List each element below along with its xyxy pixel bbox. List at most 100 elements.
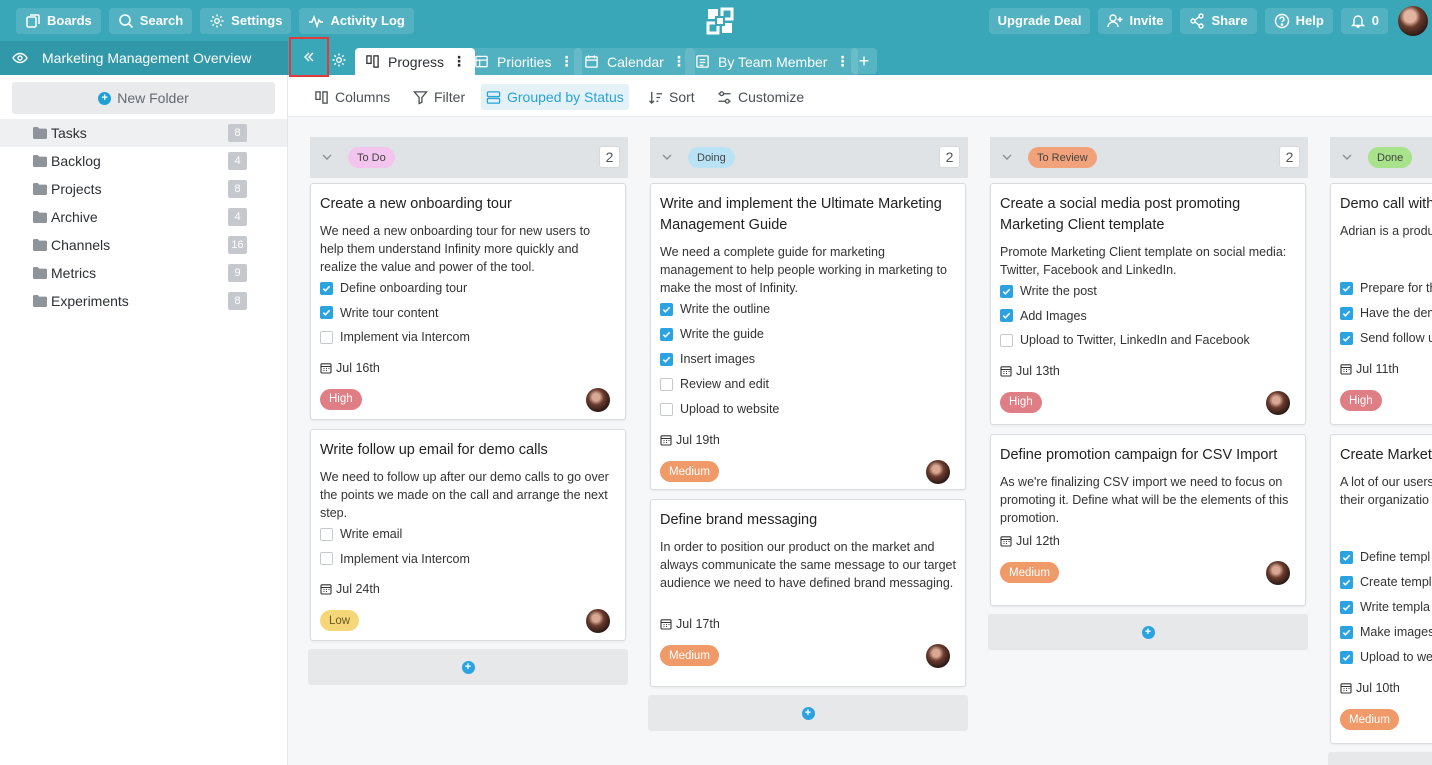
checklist-item[interactable]: Write the outline — [660, 300, 770, 318]
checklist-item[interactable]: Make images — [1340, 623, 1432, 641]
help-button[interactable]: Help — [1264, 7, 1333, 34]
assignee-avatar[interactable] — [586, 609, 610, 633]
sidebar-folder-experiments[interactable]: Experiments 8 — [0, 287, 287, 315]
tab-progress[interactable]: Progress ⋮ — [355, 48, 476, 75]
checkbox-checked-icon[interactable] — [660, 327, 673, 341]
checklist-item[interactable]: Write templa — [1340, 598, 1430, 616]
task-card[interactable]: Define brand messaging In order to positi… — [650, 499, 966, 687]
checklist-item[interactable]: Create templ — [1340, 573, 1432, 591]
sidebar-folder-projects[interactable]: Projects 8 — [0, 175, 287, 203]
checkbox-checked-icon[interactable] — [1000, 284, 1013, 298]
grouped-by-status-button[interactable]: Grouped by Status — [481, 84, 629, 110]
task-card[interactable]: Demo call with Adrian is a produ product … — [1330, 183, 1432, 425]
invite-button[interactable]: Invite — [1098, 7, 1173, 34]
checklist-item[interactable]: Prepare for th — [1340, 279, 1432, 297]
eye-icon[interactable] — [12, 50, 28, 66]
task-card[interactable]: Write follow up email for demo calls We n… — [310, 429, 626, 641]
checkbox-icon[interactable] — [660, 402, 673, 416]
assignee-avatar[interactable] — [1266, 561, 1290, 585]
sidebar-folder-metrics[interactable]: Metrics 9 — [0, 259, 287, 287]
checkbox-icon[interactable] — [320, 552, 333, 565]
tab-menu-icon[interactable]: ⋮ — [835, 53, 849, 70]
activity-log-button[interactable]: Activity Log — [299, 7, 414, 34]
search-button[interactable]: Search — [108, 7, 193, 34]
checklist-item[interactable]: Upload to website — [660, 400, 779, 418]
sidebar-folder-tasks[interactable]: Tasks 8 — [0, 119, 287, 147]
checklist-item[interactable]: Implement via Intercom — [320, 328, 470, 346]
checkbox-checked-icon[interactable] — [1340, 625, 1353, 639]
assignee-avatar[interactable] — [926, 644, 950, 668]
checkbox-checked-icon[interactable] — [320, 306, 333, 319]
checklist-item[interactable]: Implement via Intercom — [320, 550, 470, 568]
checklist-item[interactable]: Write the post — [1000, 282, 1097, 300]
tab-by-team-member[interactable]: By Team Member ⋮ — [685, 48, 859, 75]
tab-menu-icon[interactable]: ⋮ — [559, 53, 573, 70]
bell-icon — [1350, 14, 1365, 28]
checkbox-checked-icon[interactable] — [1000, 309, 1013, 322]
new-folder-button[interactable]: + New Folder — [12, 82, 275, 114]
infinity-logo-icon[interactable] — [706, 7, 734, 35]
checklist-item[interactable]: Review and edit — [660, 375, 769, 393]
checkbox-checked-icon[interactable] — [1340, 650, 1353, 664]
assignee-avatar[interactable] — [586, 387, 610, 412]
chevron-down-icon[interactable] — [1341, 151, 1353, 163]
tab-priorities[interactable]: Priorities ⋮ — [464, 48, 583, 75]
checkbox-icon[interactable] — [1000, 333, 1013, 347]
task-card[interactable]: Define promotion campaign for CSV Import… — [990, 434, 1306, 606]
checkbox-icon[interactable] — [320, 527, 333, 541]
tab-calendar[interactable]: Calendar ⋮ — [574, 48, 695, 75]
checkbox-icon[interactable] — [660, 377, 673, 391]
sidebar-folder-backlog[interactable]: Backlog 4 — [0, 147, 287, 175]
assignee-avatar[interactable] — [926, 460, 950, 484]
columns-button[interactable]: Columns — [309, 84, 395, 110]
checklist-item[interactable]: Write the guide — [660, 325, 764, 343]
checkbox-checked-icon[interactable] — [660, 302, 673, 316]
checkbox-checked-icon[interactable] — [1340, 331, 1353, 345]
filter-button[interactable]: Filter — [408, 84, 470, 110]
assignee-avatar[interactable] — [1266, 390, 1290, 415]
task-card[interactable]: Create a new onboarding tour We need a ne… — [310, 183, 626, 420]
sidebar-folder-archive[interactable]: Archive 4 — [0, 203, 287, 231]
checkbox-checked-icon[interactable] — [320, 281, 333, 295]
chevron-down-icon[interactable] — [1001, 151, 1013, 163]
user-avatar[interactable] — [1398, 5, 1428, 36]
checklist-item[interactable]: Send follow u — [1340, 329, 1432, 347]
add-card-button[interactable]: + — [648, 695, 968, 731]
add-card-button[interactable]: + — [308, 649, 628, 685]
checklist-item[interactable]: Have the dem — [1340, 304, 1432, 322]
checkbox-checked-icon[interactable] — [1340, 550, 1353, 564]
task-card[interactable]: Create Market A lot of our users niche, w… — [1330, 434, 1432, 744]
settings-button[interactable]: Settings — [200, 7, 292, 34]
upgrade-deal-button[interactable]: Upgrade Deal — [988, 7, 1091, 34]
sort-button[interactable]: Sort — [643, 84, 700, 110]
task-card[interactable]: Write and implement the Ultimate Marketi… — [650, 183, 966, 490]
add-card-button[interactable]: + — [1328, 752, 1432, 765]
share-button[interactable]: Share — [1180, 7, 1257, 34]
chevron-down-icon[interactable] — [661, 151, 673, 163]
checklist-item[interactable]: Write email — [320, 525, 402, 543]
boards-button[interactable]: Boards — [16, 7, 101, 34]
collapse-sidebar-button[interactable] — [289, 37, 329, 77]
add-card-button[interactable]: + — [988, 614, 1308, 650]
checklist-item[interactable]: Define templ — [1340, 548, 1430, 566]
checklist-item[interactable]: Insert images — [660, 350, 755, 368]
view-settings-icon[interactable] — [331, 52, 347, 68]
checkbox-checked-icon[interactable] — [1340, 306, 1353, 320]
checklist-item[interactable]: Upload to we — [1340, 648, 1432, 666]
checklist-item[interactable]: Add Images — [1000, 307, 1087, 325]
checkbox-checked-icon[interactable] — [1340, 575, 1353, 589]
chevron-down-icon[interactable] — [321, 151, 333, 163]
checkbox-checked-icon[interactable] — [1340, 281, 1353, 295]
customize-button[interactable]: Customize — [712, 84, 809, 110]
checkbox-checked-icon[interactable] — [660, 352, 673, 366]
notifications-button[interactable]: 0 — [1340, 7, 1388, 34]
checkbox-checked-icon[interactable] — [1340, 600, 1353, 614]
add-view-button[interactable]: + — [851, 48, 877, 74]
checklist-item[interactable]: Write tour content — [320, 304, 438, 322]
checklist-item[interactable]: Upload to Twitter, LinkedIn and Facebook — [1000, 331, 1250, 349]
checklist-item[interactable]: Define onboarding tour — [320, 279, 467, 297]
checkbox-icon[interactable] — [320, 330, 333, 344]
tab-menu-icon[interactable]: ⋮ — [672, 53, 686, 70]
sidebar-folder-channels[interactable]: Channels 16 — [0, 231, 287, 259]
task-card[interactable]: Create a social media post promoting Mar… — [990, 183, 1306, 425]
